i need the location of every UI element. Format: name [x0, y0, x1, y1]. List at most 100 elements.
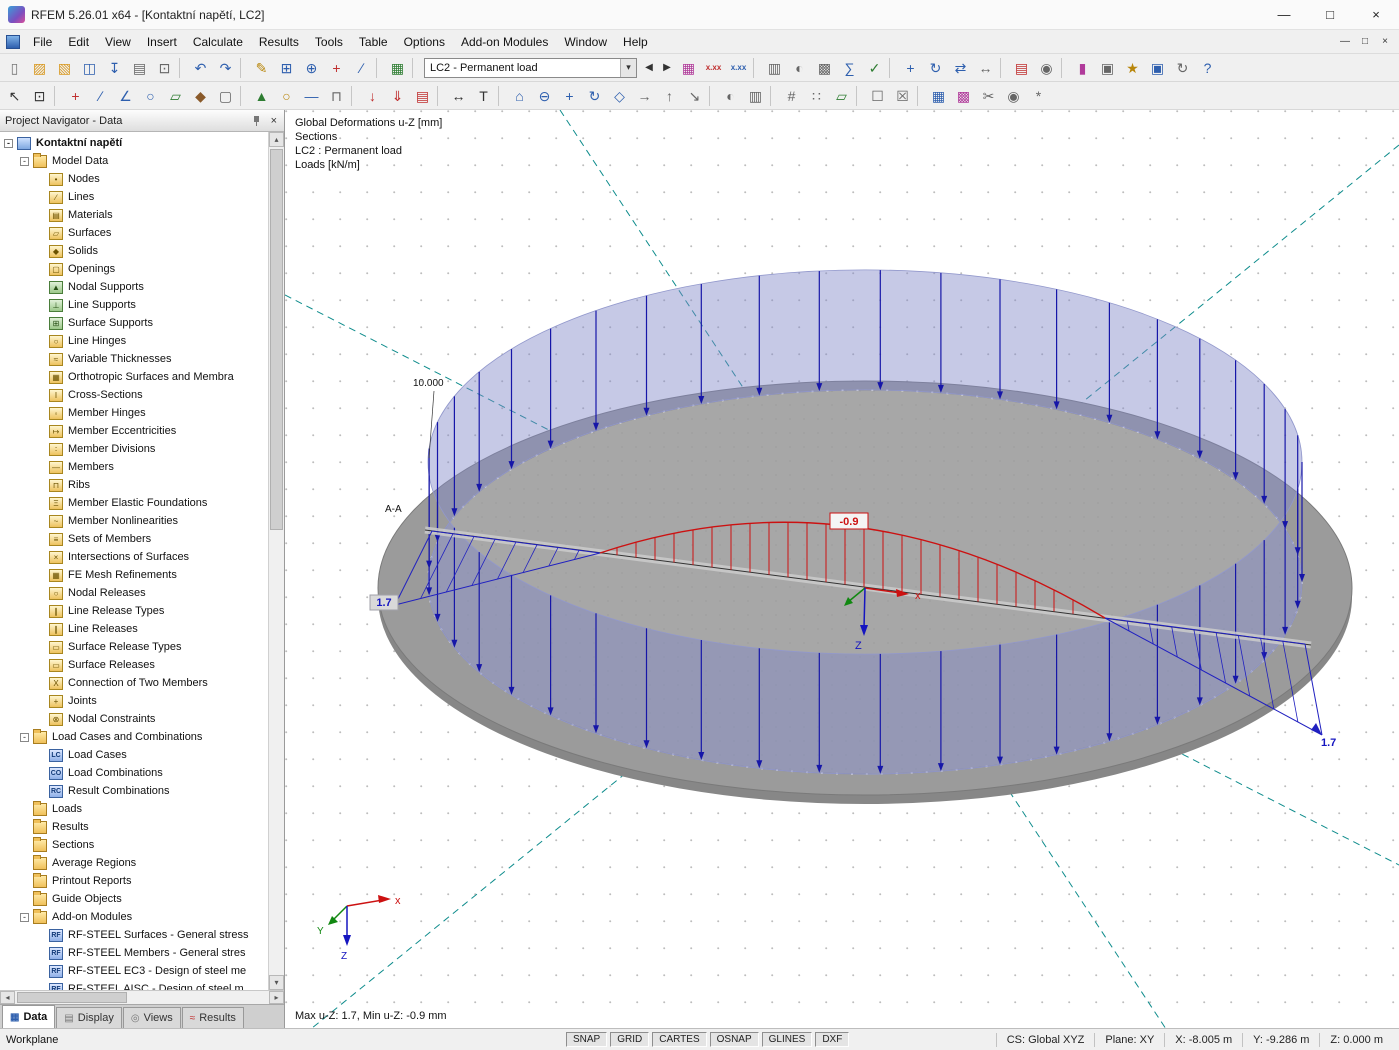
undo-button[interactable]: ↶	[188, 56, 213, 80]
tree-item-surface-release-types[interactable]: ▭ Surface Release Types	[0, 638, 268, 656]
result-values-extremes-button[interactable]: x.xx	[701, 56, 726, 80]
tree-item-orthotropic-surfaces-and-membra[interactable]: ▦ Orthotropic Surfaces and Membra	[0, 368, 268, 386]
tree-item-joints[interactable]: + Joints	[0, 692, 268, 710]
user-defined-visibility-button[interactable]: ▥	[743, 84, 768, 108]
rotate-entities-button[interactable]: ↻	[923, 56, 948, 80]
load-case-combo[interactable]: LC2 - Permanent load ▾	[424, 58, 637, 78]
text-comment-tool-button[interactable]: T	[471, 84, 496, 108]
add-module-button[interactable]: ★	[1120, 56, 1145, 80]
tree-item-members[interactable]: — Members	[0, 458, 268, 476]
pan-view-button[interactable]: +	[557, 84, 582, 108]
tree-item-member-nonlinearities[interactable]: ~ Member Nonlinearities	[0, 512, 268, 530]
tree-item-member-elastic-foundations[interactable]: Ξ Member Elastic Foundations	[0, 494, 268, 512]
move-entities-button[interactable]: +	[898, 56, 923, 80]
tab-data[interactable]: ▦ Data	[2, 1005, 55, 1028]
tree-item-add-on-modules[interactable]: - Add-on Modules	[0, 908, 268, 926]
tree-item-load-combinations[interactable]: CO Load Combinations	[0, 764, 268, 782]
new-line-button[interactable]: ∕	[349, 56, 374, 80]
toggle-osnap[interactable]: OSNAP	[710, 1032, 759, 1047]
refresh-button[interactable]: ↻	[1170, 56, 1195, 80]
menu-calculate[interactable]: Calculate	[185, 30, 251, 53]
render-mode-button[interactable]: ◐	[787, 56, 812, 80]
menu-help[interactable]: Help	[615, 30, 656, 53]
tree-item-line-releases[interactable]: ∥ Line Releases	[0, 620, 268, 638]
menu-results[interactable]: Results	[251, 30, 307, 53]
tree-item-results[interactable]: Results	[0, 818, 268, 836]
tree-expander[interactable]: -	[20, 733, 29, 742]
fe-mesh-button[interactable]: ▩	[812, 56, 837, 80]
clip-plane-button[interactable]: ✂	[976, 84, 1001, 108]
dimension-tool-button[interactable]: ↔	[446, 84, 471, 108]
scroll-left-icon[interactable]: ◂	[0, 991, 15, 1004]
new-surface-tool-button[interactable]: ▱	[163, 84, 188, 108]
tree-item-load-cases[interactable]: LC Load Cases	[0, 746, 268, 764]
export-button[interactable]: ↧	[102, 56, 127, 80]
zoom-window-button[interactable]: ⊞	[274, 56, 299, 80]
tree-item-fe-mesh-refinements[interactable]: ▦ FE Mesh Refinements	[0, 566, 268, 584]
tree-item-surface-releases[interactable]: ▭ Surface Releases	[0, 656, 268, 674]
new-circle-tool-button[interactable]: ○	[138, 84, 163, 108]
background-layers-button[interactable]: ▣	[1095, 56, 1120, 80]
rotate-view-button[interactable]: ↻	[582, 84, 607, 108]
check-model-button[interactable]: ✓	[862, 56, 887, 80]
view-in-z-button[interactable]: ↘	[682, 84, 707, 108]
select-window-button[interactable]: ⊡	[27, 84, 52, 108]
tree-vertical-scrollbar[interactable]: ▴ ▾	[268, 132, 284, 990]
tree-item-guide-objects[interactable]: Guide Objects	[0, 890, 268, 908]
mirror-button[interactable]: ⇄	[948, 56, 973, 80]
scrollbar-thumb[interactable]	[270, 149, 283, 530]
new-file-button[interactable]: ▯	[2, 56, 27, 80]
scroll-down-icon[interactable]: ▾	[269, 975, 284, 990]
tree-item-surface-supports[interactable]: ⊞ Surface Supports	[0, 314, 268, 332]
tree-item-solids[interactable]: ◆ Solids	[0, 242, 268, 260]
tree-item-average-regions[interactable]: Average Regions	[0, 854, 268, 872]
toggle-cartes[interactable]: CARTES	[652, 1032, 706, 1047]
tree-item-loads[interactable]: Loads	[0, 800, 268, 818]
new-rib-tool-button[interactable]: ⊓	[324, 84, 349, 108]
menu-insert[interactable]: Insert	[139, 30, 185, 53]
visibility-mode-button[interactable]: ◐	[718, 84, 743, 108]
tree-item-nodal-constraints[interactable]: ⊗ Nodal Constraints	[0, 710, 268, 728]
zoom-in-button[interactable]: ⊕	[299, 56, 324, 80]
new-node-tool-button[interactable]: +	[63, 84, 88, 108]
isometric-view-button[interactable]: ◇	[607, 84, 632, 108]
pin-icon[interactable]	[251, 115, 261, 127]
model-viewport[interactable]: x Z x Y Z 10.000 A-A	[285, 110, 1399, 1028]
tree-item-printout-reports[interactable]: Printout Reports	[0, 872, 268, 890]
select-all-button[interactable]: ☐	[865, 84, 890, 108]
tree-item-lines[interactable]: ∕ Lines	[0, 188, 268, 206]
close-button[interactable]: ×	[1353, 0, 1399, 29]
surface-load-tool-button[interactable]: ▤	[410, 84, 435, 108]
toggle-glines[interactable]: GLINES	[762, 1032, 813, 1047]
display-grid-button[interactable]: ∷	[804, 84, 829, 108]
tree-item-line-release-types[interactable]: ∥ Line Release Types	[0, 602, 268, 620]
window-new-button[interactable]: ▣	[1145, 56, 1170, 80]
block-library-button[interactable]: ▦	[926, 84, 951, 108]
tree-expander[interactable]: -	[20, 913, 29, 922]
scroll-right-icon[interactable]: ▸	[269, 991, 284, 1004]
previous-load-case-button[interactable]: ◀	[640, 57, 658, 79]
picture-button[interactable]: ◉	[1034, 56, 1059, 80]
menu-add-on-modules[interactable]: Add-on Modules	[453, 30, 556, 53]
tree-item-rf-steel-surfaces-general-stress[interactable]: RF RF-STEEL Surfaces - General stress	[0, 926, 268, 944]
menu-options[interactable]: Options	[396, 30, 453, 53]
new-opening-tool-button[interactable]: ▢	[213, 84, 238, 108]
new-polyline-tool-button[interactable]: ∠	[113, 84, 138, 108]
zoom-out-button[interactable]: ⊖	[532, 84, 557, 108]
redo-button[interactable]: ↷	[213, 56, 238, 80]
help-button[interactable]: ?	[1195, 56, 1220, 80]
tree-item-nodal-releases[interactable]: ○ Nodal Releases	[0, 584, 268, 602]
menu-file[interactable]: File	[25, 30, 60, 53]
tree-item-sections[interactable]: Sections	[0, 836, 268, 854]
tree-item-rf-steel-members-general-stres[interactable]: RF RF-STEEL Members - General stres	[0, 944, 268, 962]
dimension-button[interactable]: ↔	[973, 56, 998, 80]
toggle-dxf[interactable]: DXF	[815, 1032, 849, 1047]
select-pointer-button[interactable]: ↖	[2, 84, 27, 108]
tree-item-variable-thicknesses[interactable]: ≈ Variable Thicknesses	[0, 350, 268, 368]
tree-item-connection-of-two-members[interactable]: X Connection of Two Members	[0, 674, 268, 692]
calculate-button[interactable]: ∑	[837, 56, 862, 80]
tree-item-member-eccentricities[interactable]: ↦ Member Eccentricities	[0, 422, 268, 440]
view-in-x-button[interactable]: →	[632, 84, 657, 108]
zoom-all-button[interactable]: ⌂	[507, 84, 532, 108]
workplane-tool-button[interactable]: ▱	[829, 84, 854, 108]
